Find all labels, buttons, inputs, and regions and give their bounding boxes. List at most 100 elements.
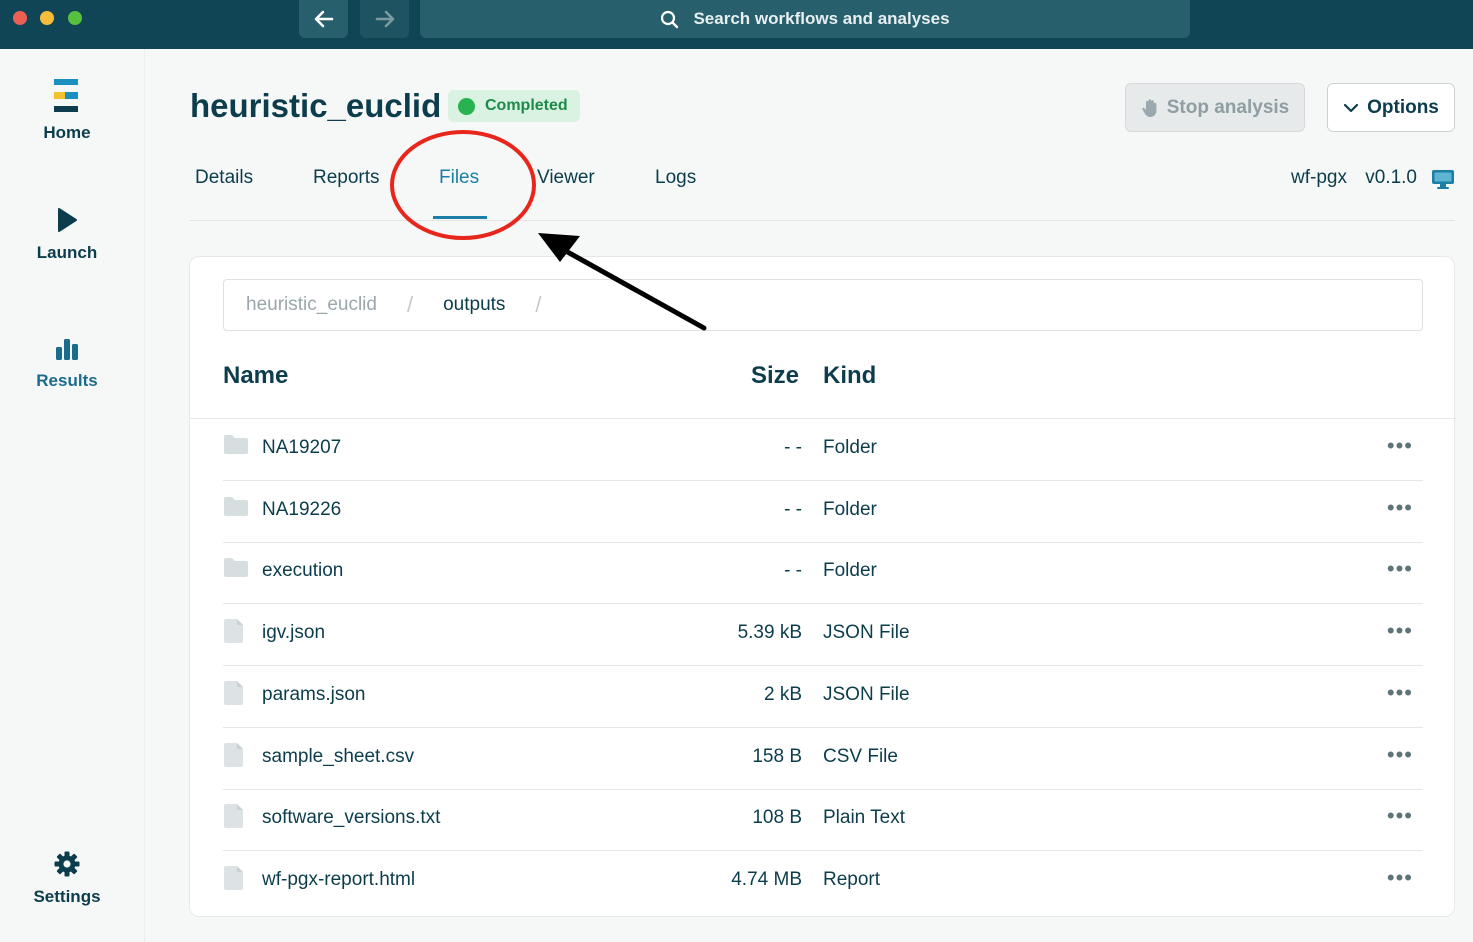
sidebar-item-home[interactable]: Home <box>0 79 134 143</box>
sidebar-item-settings[interactable]: Settings <box>0 851 134 907</box>
sidebar-item-label: Launch <box>36 243 98 262</box>
breadcrumb-item-root[interactable]: heuristic_euclid <box>246 294 377 316</box>
more-actions-icon[interactable]: ••• <box>1387 865 1413 891</box>
tab-logs[interactable]: Logs <box>655 167 696 189</box>
options-label: Options <box>1367 96 1439 118</box>
table-row[interactable]: NA19207 - - Folder ••• <box>223 419 1423 481</box>
table-row[interactable]: params.json 2 kB JSON File ••• <box>223 666 1423 728</box>
breadcrumb: heuristic_euclid / outputs / <box>223 279 1423 331</box>
more-actions-icon[interactable]: ••• <box>1387 742 1413 768</box>
status-badge: Completed <box>448 90 580 122</box>
stop-analysis-label: Stop analysis <box>1166 96 1290 118</box>
tab-viewer[interactable]: Viewer <box>537 167 595 189</box>
file-name[interactable]: NA19207 <box>262 437 341 459</box>
window-titlebar: Search workflows and analyses <box>0 0 1473 49</box>
bar-chart-icon <box>56 339 78 360</box>
minimize-window-button[interactable] <box>40 11 54 25</box>
maximize-window-button[interactable] <box>68 11 82 25</box>
files-panel: heuristic_euclid / outputs / Name Size K… <box>189 256 1456 917</box>
column-header-size[interactable]: Size <box>751 362 799 390</box>
file-name[interactable]: sample_sheet.csv <box>262 746 414 768</box>
more-actions-icon[interactable]: ••• <box>1387 618 1413 644</box>
file-size: 5.39 kB <box>737 622 802 644</box>
file-kind: JSON File <box>823 622 910 644</box>
forward-button[interactable] <box>360 0 409 38</box>
file-name[interactable]: software_versions.txt <box>262 807 440 829</box>
more-actions-icon[interactable]: ••• <box>1387 556 1413 582</box>
file-kind: Report <box>823 868 881 890</box>
column-header-kind[interactable]: Kind <box>823 362 876 390</box>
status-dot-icon <box>458 97 475 115</box>
workflow-name: wf-pgx <box>1291 167 1347 188</box>
file-size: 158 B <box>752 745 802 767</box>
sidebar-item-launch[interactable]: Launch <box>0 207 134 263</box>
search-placeholder: Search workflows and analyses <box>693 9 950 28</box>
tab-bar: Details Reports Files Viewer Logs wf-pgx… <box>189 161 1455 221</box>
file-size: 108 B <box>752 807 802 829</box>
file-kind: CSV File <box>823 745 898 767</box>
file-name[interactable]: igv.json <box>262 622 325 644</box>
table-row[interactable]: NA19226 - - Folder ••• <box>223 481 1423 543</box>
monitor-icon[interactable] <box>1431 169 1455 190</box>
main-content: heuristic_euclid Completed Stop analysis… <box>146 49 1473 942</box>
back-button[interactable] <box>299 0 348 38</box>
active-tab-indicator <box>433 216 487 219</box>
play-icon <box>58 208 77 232</box>
file-icon <box>223 803 245 835</box>
arrow-right-icon <box>375 10 394 28</box>
table-row[interactable]: wf-pgx-report.html 4.74 MB Report ••• <box>223 851 1423 913</box>
sidebar: Home Launch Results Settings <box>0 49 145 942</box>
file-kind: Folder <box>823 560 877 582</box>
search-input[interactable]: Search workflows and analyses <box>420 0 1190 38</box>
more-actions-icon[interactable]: ••• <box>1387 433 1413 459</box>
hand-stop-icon <box>1142 98 1157 117</box>
folder-icon <box>223 495 249 523</box>
gear-icon <box>54 851 80 877</box>
workflow-version: v0.1.0 <box>1365 167 1417 188</box>
table-row[interactable]: igv.json 5.39 kB JSON File ••• <box>223 604 1423 667</box>
search-icon <box>661 10 679 28</box>
breadcrumb-separator: / <box>535 292 542 317</box>
table-row[interactable]: software_versions.txt 108 B Plain Text ••• <box>223 789 1423 852</box>
file-name[interactable]: wf-pgx-report.html <box>262 869 415 891</box>
file-size: 2 kB <box>763 683 802 705</box>
sidebar-item-label: Home <box>43 123 91 142</box>
sidebar-item-results[interactable]: Results <box>0 337 134 391</box>
options-button[interactable]: Options <box>1327 83 1455 132</box>
file-kind: Folder <box>823 437 877 458</box>
arrow-left-icon <box>314 10 333 28</box>
tab-details[interactable]: Details <box>195 167 253 189</box>
file-name[interactable]: NA19226 <box>262 499 341 521</box>
sidebar-item-label: Settings <box>33 887 101 906</box>
folder-icon <box>223 556 249 584</box>
file-size: - - <box>784 498 802 520</box>
breadcrumb-item-current[interactable]: outputs <box>443 294 505 316</box>
more-actions-icon[interactable]: ••• <box>1387 495 1413 521</box>
file-icon <box>223 680 245 712</box>
file-name[interactable]: params.json <box>262 684 366 706</box>
page-title: heuristic_euclid <box>190 87 442 124</box>
close-window-button[interactable] <box>13 11 27 25</box>
tab-reports[interactable]: Reports <box>313 167 380 189</box>
table-row[interactable]: sample_sheet.csv 158 B CSV File ••• <box>223 728 1423 790</box>
file-name[interactable]: execution <box>262 560 343 582</box>
file-kind: Folder <box>823 498 877 520</box>
file-icon <box>223 865 245 897</box>
column-header-name[interactable]: Name <box>223 362 288 390</box>
tab-files[interactable]: Files <box>439 167 479 189</box>
table-row[interactable]: execution - - Folder ••• <box>223 542 1423 605</box>
file-icon <box>223 618 245 650</box>
file-size: - - <box>784 437 802 458</box>
sidebar-item-label: Results <box>36 371 98 390</box>
status-label: Completed <box>485 97 568 114</box>
breadcrumb-separator: / <box>406 292 414 317</box>
file-size: - - <box>784 560 802 582</box>
file-icon <box>223 742 245 774</box>
stop-analysis-button[interactable]: Stop analysis <box>1125 83 1305 132</box>
more-actions-icon[interactable]: ••• <box>1387 803 1413 829</box>
home-logo-icon <box>54 79 78 112</box>
file-kind: Plain Text <box>823 807 906 829</box>
chevron-down-icon <box>1344 103 1359 112</box>
file-size: 4.74 MB <box>731 868 802 890</box>
more-actions-icon[interactable]: ••• <box>1387 680 1413 706</box>
